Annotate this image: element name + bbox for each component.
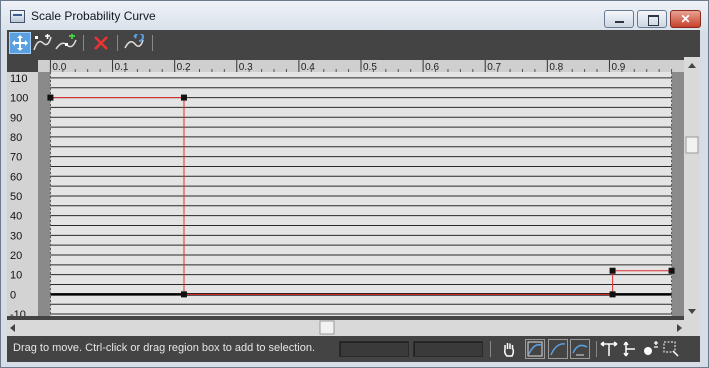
y-tick-label: 110: [10, 73, 28, 85]
statusbar-separator: [490, 341, 491, 357]
zoom-region-icon: [663, 341, 679, 357]
x-value-field[interactable]: [339, 341, 409, 357]
x-tick-label: 0.7: [487, 62, 501, 72]
x-tick-label: 0.8: [549, 62, 563, 72]
curve-control-point[interactable]: [180, 291, 187, 298]
zoom-vertical-icon: [623, 341, 635, 357]
add-point-icon: [55, 34, 77, 50]
close-icon: ✕: [680, 12, 691, 26]
y-tick-label: 40: [10, 211, 22, 223]
y-tick-label: 10: [10, 270, 22, 282]
delete-point-icon: [94, 36, 108, 50]
window-title: Scale Probability Curve: [31, 9, 156, 23]
scroll-right-arrow-icon[interactable]: [677, 324, 682, 332]
zoom-horizontal-extents-icon: [550, 343, 566, 356]
add-point-button[interactable]: [55, 32, 77, 54]
scroll-down-arrow-icon[interactable]: [688, 309, 696, 314]
zoom-horizontal-extents-button[interactable]: [548, 339, 568, 359]
curve-toolbar: [7, 30, 700, 57]
x-axis-ruler[interactable]: 0.0 0.1 0.2 0.3 0.4 0.5 0.6 0.7 0.8 0.9: [38, 60, 684, 72]
move-icon: [12, 35, 28, 51]
x-tick-label: 0.9: [611, 62, 625, 72]
toolbar-separator: [152, 35, 153, 51]
toolbar-separator: [83, 35, 84, 51]
horizontal-scroll-thumb[interactable]: [319, 320, 335, 335]
y-tick-label: 90: [10, 112, 22, 124]
zoom-icon: [644, 341, 658, 355]
pan-hand-icon: [504, 343, 515, 357]
reset-curve-button[interactable]: [123, 32, 145, 54]
title-bar[interactable]: Scale Probability Curve ✕: [1, 1, 708, 31]
curve-graph[interactable]: [38, 72, 684, 316]
status-hint-text: Drag to move. Ctrl-click or drag region …: [13, 342, 316, 354]
curve-control-point[interactable]: [47, 94, 54, 101]
x-tick-label: 0.5: [363, 62, 377, 72]
zoom-horizontal-button[interactable]: [599, 339, 619, 359]
toolbar-separator: [117, 35, 118, 51]
x-tick-label: 0.2: [177, 62, 191, 72]
vertical-scrollbar-graphics: [685, 63, 699, 314]
pan-button[interactable]: [499, 339, 519, 359]
y-tick-label: 70: [10, 152, 22, 164]
curve-control-point[interactable]: [609, 267, 616, 274]
scroll-up-arrow-icon[interactable]: [688, 63, 696, 68]
scale-point-icon: [33, 34, 52, 51]
x-tick-label: 0.6: [425, 62, 439, 72]
zoom-button[interactable]: [641, 339, 661, 359]
x-tick-label: 0.3: [239, 62, 253, 72]
range-boundary-shade: [38, 72, 51, 316]
minimize-button[interactable]: [604, 10, 634, 28]
y-tick-label: 80: [10, 132, 22, 144]
vertical-scrollbar[interactable]: [684, 57, 700, 321]
x-tick-label: 0.1: [115, 62, 129, 72]
zoom-horizontal-icon: [600, 341, 618, 356]
horizontal-scrollbar[interactable]: [7, 320, 700, 336]
zoom-region-button[interactable]: [661, 339, 681, 359]
statusbar-separator: [596, 341, 597, 357]
maximize-button[interactable]: [637, 10, 667, 28]
x-tick-label: 0.4: [301, 62, 315, 72]
curve-control-point[interactable]: [668, 267, 675, 274]
curve-control-point[interactable]: [180, 94, 187, 101]
y-tick-label: -10: [10, 309, 26, 316]
delete-point-button[interactable]: [90, 32, 112, 54]
scroll-left-arrow-icon[interactable]: [10, 324, 15, 332]
y-tick-label: 50: [10, 191, 22, 203]
zoom-extents-icon: [527, 341, 543, 357]
close-button[interactable]: ✕: [670, 10, 701, 28]
y-tick-label: 0: [10, 289, 16, 301]
y-tick-label: 60: [10, 171, 22, 183]
window-app-icon: [10, 10, 25, 23]
y-tick-label: 20: [10, 250, 22, 262]
zoom-value-extents-button[interactable]: [570, 339, 590, 359]
reset-curve-icon: [124, 34, 144, 49]
range-boundary-shade: [671, 72, 684, 316]
zoom-value-extents-icon: [572, 344, 588, 356]
y-axis: 1101009080706050403020100-10: [7, 72, 38, 316]
vertical-scroll-thumb[interactable]: [685, 136, 699, 154]
y-tick-label: 30: [10, 230, 22, 242]
y-tick-label: 100: [10, 93, 28, 105]
zoom-extents-button[interactable]: [525, 339, 545, 359]
x-tick-label: 0.0: [52, 62, 66, 72]
zoom-vertical-button[interactable]: [619, 339, 639, 359]
y-value-field[interactable]: [413, 341, 483, 357]
scale-point-button[interactable]: [31, 32, 53, 54]
curve-control-point[interactable]: [609, 291, 616, 298]
move-button[interactable]: [9, 32, 31, 54]
status-bar: Drag to move. Ctrl-click or drag region …: [7, 336, 700, 362]
horizontal-scrollbar-graphics: [10, 320, 682, 335]
